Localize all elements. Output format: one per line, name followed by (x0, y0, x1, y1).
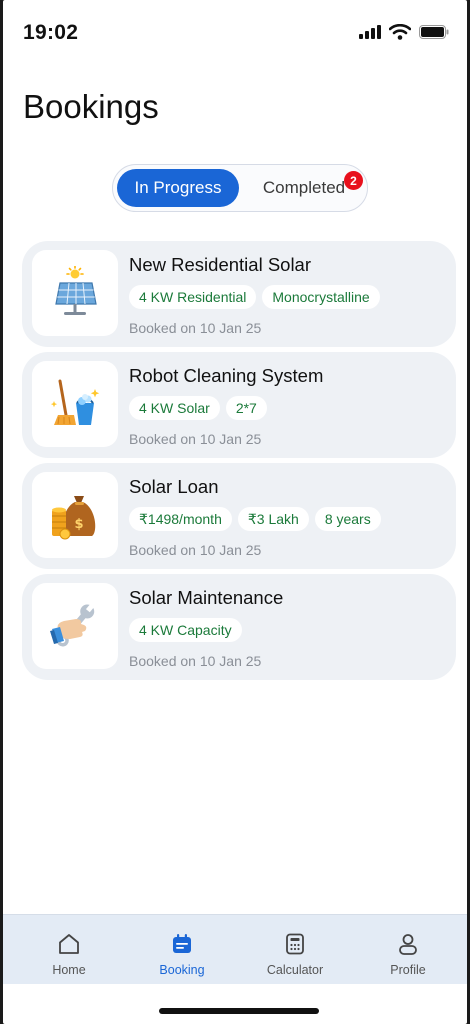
booking-card[interactable]: $ Solar Loan ₹1498/month ₹3 Lakh 8 years… (22, 463, 456, 569)
booking-tags: 4 KW Capacity (129, 618, 242, 642)
booking-title: Solar Loan (129, 476, 219, 497)
tab-profile[interactable]: Profile (350, 915, 466, 985)
status-bar: 19:02 (3, 0, 467, 64)
bookings-screen: 19:02 Bookings In Progress Completed 2 N… (3, 0, 467, 1024)
booking-date: Booked on 10 Jan 25 (129, 653, 262, 669)
page-title: Bookings (23, 88, 159, 125)
booking-card[interactable]: Robot Cleaning System 4 KW Solar 2*7 Boo… (22, 352, 456, 458)
tab-booking[interactable]: Booking (124, 915, 240, 985)
booking-date: Booked on 10 Jan 25 (129, 542, 262, 558)
money-bag-icon: $ (32, 472, 118, 558)
booking-tags: 4 KW Residential Monocrystalline (129, 285, 380, 309)
home-icon (56, 931, 82, 957)
booking-title: Solar Maintenance (129, 587, 284, 608)
status-icons (359, 24, 449, 40)
calendar-icon (169, 931, 195, 957)
home-indicator (159, 1008, 319, 1014)
calculator-icon (282, 931, 308, 957)
booking-tag: 2*7 (225, 396, 267, 420)
cleaning-bucket-icon (32, 361, 118, 447)
tab-calculator[interactable]: Calculator (237, 915, 353, 985)
tab-label: Booking (159, 963, 205, 977)
bottom-tab-bar: Home Booking Calculator Profile (3, 914, 467, 984)
battery-icon (419, 25, 449, 39)
booking-tag: 4 KW Capacity (129, 618, 242, 642)
user-icon (395, 931, 421, 957)
booking-card[interactable]: New Residential Solar 4 KW Residential M… (22, 241, 456, 347)
booking-tag: ₹1498/month (129, 507, 232, 531)
tab-completed[interactable]: Completed (247, 169, 361, 207)
tab-home[interactable]: Home (11, 915, 127, 985)
booking-tag: 4 KW Residential (129, 285, 257, 309)
booking-date: Booked on 10 Jan 25 (129, 320, 262, 336)
completed-count-badge: 2 (344, 171, 363, 190)
tab-label: Profile (390, 963, 426, 977)
cellular-signal-icon (359, 25, 381, 39)
tab-in-progress[interactable]: In Progress (117, 169, 239, 207)
status-segmented-control: In Progress Completed 2 (112, 164, 368, 212)
booking-date: Booked on 10 Jan 25 (129, 431, 262, 447)
wrench-hand-icon (32, 583, 118, 669)
booking-tag: 8 years (314, 507, 381, 531)
booking-title: Robot Cleaning System (129, 365, 324, 386)
status-time: 19:02 (23, 21, 79, 44)
booking-title: New Residential Solar (129, 254, 312, 275)
booking-card[interactable]: Solar Maintenance 4 KW Capacity Booked o… (22, 574, 456, 680)
booking-tag: Monocrystalline (262, 285, 380, 309)
tab-label: Calculator (266, 963, 324, 977)
tab-label: Home (52, 963, 86, 977)
wifi-icon (389, 24, 411, 40)
booking-tag: 4 KW Solar (129, 396, 220, 420)
booking-tags: 4 KW Solar 2*7 (129, 396, 267, 420)
solar-panel-icon (32, 250, 118, 336)
booking-tag: ₹3 Lakh (237, 507, 309, 531)
svg-text:$: $ (74, 517, 83, 532)
booking-tags: ₹1498/month ₹3 Lakh 8 years (129, 507, 381, 531)
